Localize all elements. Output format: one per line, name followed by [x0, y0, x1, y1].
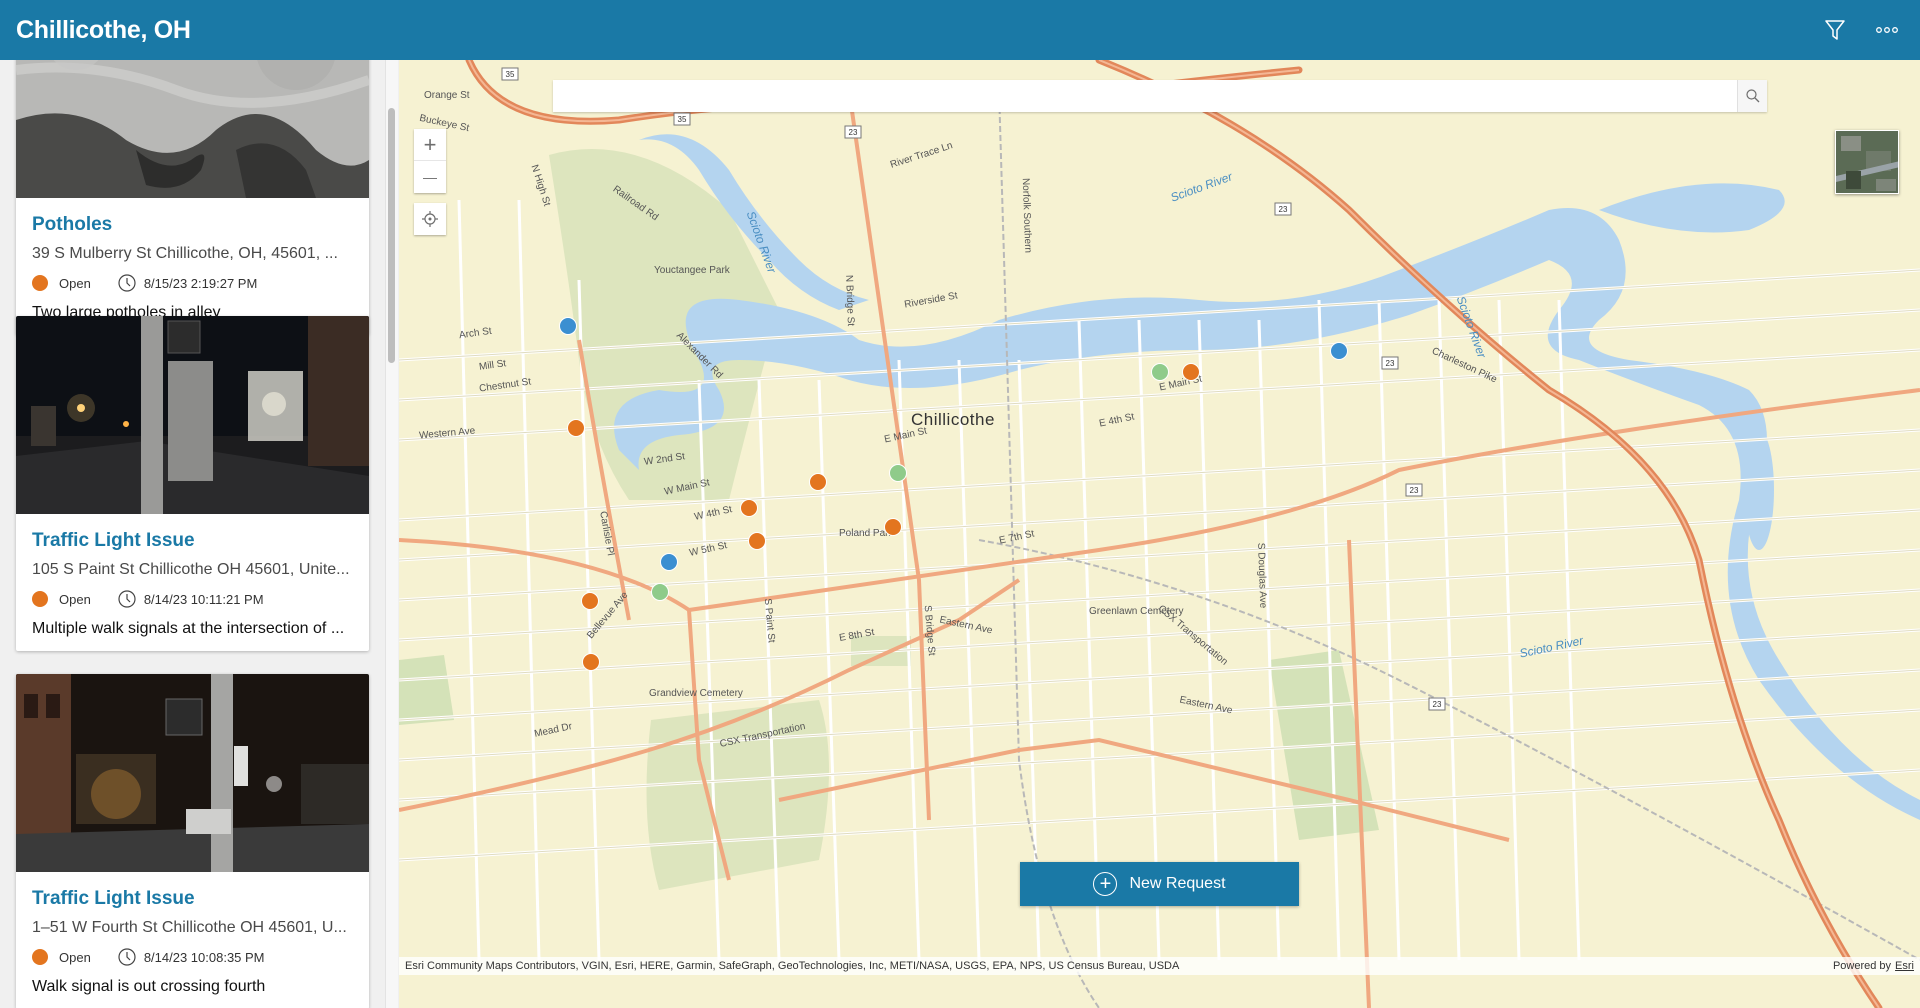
- street-label: Orange St: [424, 90, 470, 101]
- map-view[interactable]: 35 35 23 23 23 23 23 Chillicothe Orange …: [399, 60, 1920, 1008]
- orange-request-marker[interactable]: [582, 653, 600, 671]
- request-photo: [16, 316, 369, 514]
- blue-request-marker[interactable]: [660, 553, 678, 571]
- status-dot: [32, 949, 48, 965]
- orange-request-marker[interactable]: [884, 518, 902, 536]
- hwy-23-shield: 23: [1386, 359, 1395, 368]
- orange-request-marker[interactable]: [567, 419, 585, 437]
- green-request-marker[interactable]: [651, 583, 669, 601]
- request-card[interactable]: Potholes 39 S Mulberry St Chillicothe, O…: [16, 60, 369, 335]
- green-request-marker[interactable]: [889, 464, 907, 482]
- satellite-thumbnail: [1836, 131, 1898, 193]
- request-title: Potholes: [32, 214, 113, 235]
- request-title: Traffic Light Issue: [32, 530, 195, 551]
- header-actions: [1822, 0, 1900, 60]
- esri-link[interactable]: Esri: [1895, 960, 1914, 972]
- street-label: S Douglas Ave: [1255, 542, 1269, 609]
- request-timestamp: 8/14/23 10:08:35 PM: [143, 949, 265, 965]
- search-input[interactable]: [553, 80, 1737, 112]
- orange-request-marker[interactable]: [740, 499, 758, 517]
- request-card[interactable]: Traffic Light Issue 105 S Paint St Chill…: [16, 316, 369, 651]
- orange-request-marker[interactable]: [748, 532, 766, 550]
- request-timestamp: 8/14/23 10:11:21 PM: [143, 591, 264, 607]
- status-dot: [32, 275, 48, 291]
- hwy-23-shield: 23: [849, 128, 858, 137]
- hwy-35-shield: 35: [506, 70, 515, 79]
- basemap-toggle[interactable]: [1835, 130, 1899, 194]
- list-scrollbar-thumb[interactable]: [388, 108, 395, 363]
- orange-request-marker[interactable]: [581, 592, 599, 610]
- blue-request-marker[interactable]: [559, 317, 577, 335]
- clock-icon: [118, 590, 136, 608]
- hwy-23-shield: 23: [1433, 700, 1442, 709]
- new-request-button[interactable]: + New Request: [1020, 862, 1299, 906]
- request-address: 105 S Paint St Chillicothe OH 45601, Uni…: [32, 561, 350, 578]
- request-title: Traffic Light Issue: [32, 888, 195, 909]
- map-search: [553, 80, 1767, 112]
- map-attribution: Esri Community Maps Contributors, VGIN, …: [399, 957, 1920, 975]
- status-label: Open: [59, 591, 91, 607]
- request-photo: [16, 674, 369, 872]
- status-label: Open: [59, 275, 91, 291]
- clock-icon: [118, 948, 136, 966]
- request-address: 39 S Mulberry St Chillicothe, OH, 45601,…: [32, 245, 338, 262]
- orange-request-marker[interactable]: [1182, 363, 1200, 381]
- request-address: 1–51 W Fourth St Chillicothe OH 45601, U…: [32, 919, 347, 936]
- orange-request-marker[interactable]: [809, 473, 827, 491]
- hwy-35-shield: 35: [678, 115, 687, 124]
- green-request-marker[interactable]: [1151, 363, 1169, 381]
- clock-icon: [118, 274, 136, 292]
- zoom-controls: + —: [414, 129, 446, 193]
- new-request-label: New Request: [1129, 875, 1226, 892]
- request-photo: [16, 60, 369, 198]
- search-icon: [1745, 89, 1759, 103]
- app-header: Chillicothe, OH: [0, 0, 1920, 60]
- blue-request-marker[interactable]: [1330, 342, 1348, 360]
- more-options-icon[interactable]: [1874, 17, 1900, 43]
- add-icon: +: [1093, 872, 1118, 896]
- hwy-23-shield: 23: [1410, 486, 1419, 495]
- attribution-text: Esri Community Maps Contributors, VGIN, …: [405, 960, 1180, 972]
- request-description: Walk signal is out crossing fourth: [32, 978, 266, 995]
- status-dot: [32, 591, 48, 607]
- zoom-in-button[interactable]: +: [414, 129, 446, 161]
- park-label: Youctangee Park: [654, 265, 730, 276]
- search-button[interactable]: [1737, 80, 1767, 112]
- status-label: Open: [59, 949, 91, 965]
- locate-button[interactable]: [414, 203, 446, 235]
- locate-icon: [422, 211, 438, 227]
- street-label: N Bridge St: [843, 274, 856, 327]
- app-title: Chillicothe, OH: [16, 15, 191, 44]
- cemetery-label: Grandview Cemetery: [649, 688, 743, 699]
- powered-by-text: Powered by: [1832, 960, 1892, 972]
- zoom-out-button[interactable]: —: [414, 161, 446, 193]
- request-list: Potholes 39 S Mulberry St Chillicothe, O…: [0, 60, 398, 1008]
- request-timestamp: 8/15/23 2:19:27 PM: [143, 275, 258, 291]
- hwy-23-shield: 23: [1279, 205, 1288, 214]
- request-card[interactable]: Traffic Light Issue 1–51 W Fourth St Chi…: [16, 674, 369, 1008]
- request-description: Multiple walk signals at the intersectio…: [32, 620, 345, 637]
- filter-icon[interactable]: [1822, 17, 1848, 43]
